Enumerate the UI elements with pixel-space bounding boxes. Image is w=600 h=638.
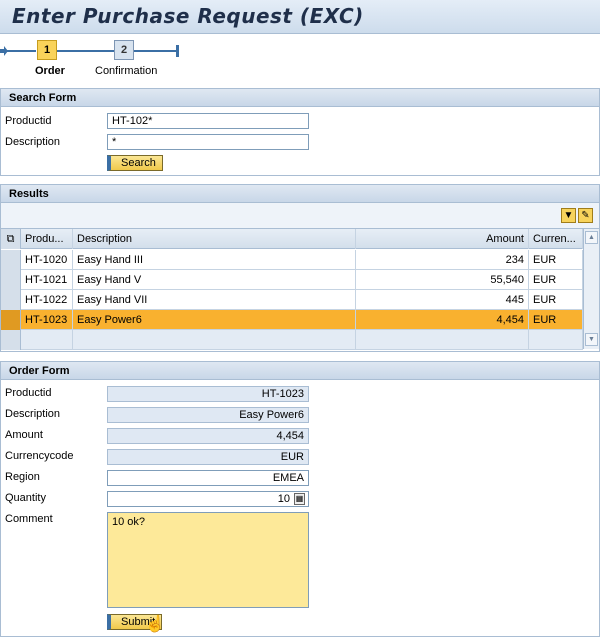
cell-empty — [73, 330, 356, 350]
order-description-field: Easy Power6 — [107, 407, 309, 423]
table-header-row: ⧉ Produ... Description Amount Curren... — [1, 229, 583, 249]
column-header-description[interactable]: Description — [73, 229, 356, 249]
order-quantity-input[interactable]: 10 — [107, 491, 309, 507]
cell-amount: 445 — [356, 290, 529, 310]
row-selector[interactable] — [1, 310, 21, 330]
search-form-panel: Search Form Productid HT-102* Descriptio… — [0, 88, 600, 176]
cell-productid: HT-1020 — [21, 250, 73, 270]
roadmap-step-order[interactable]: 1 — [37, 40, 57, 60]
table-row[interactable]: HT-1021 Easy Hand V 55,540 EUR — [1, 270, 583, 290]
row-selector — [1, 330, 21, 350]
cell-empty — [356, 330, 529, 350]
cell-currency: EUR — [529, 290, 583, 310]
order-form-panel: Order Form Productid HT-1023 Description… — [0, 361, 600, 637]
cell-description: Easy Hand III — [73, 250, 356, 270]
table-row-empty — [1, 330, 583, 350]
results-toolbar: ▼ ✎ — [1, 203, 599, 229]
roadmap-line — [6, 50, 36, 52]
calculator-icon[interactable]: ▦ — [294, 493, 305, 505]
roadmap: 1 Order 2 Confirmation — [0, 36, 600, 84]
order-amount-label: Amount — [5, 429, 43, 441]
order-currency-label: Currencycode — [5, 450, 74, 462]
row-selector[interactable] — [1, 250, 21, 270]
roadmap-step-confirmation-label[interactable]: Confirmation — [95, 65, 157, 77]
search-description-input[interactable]: * — [107, 134, 309, 150]
column-header-currency[interactable]: Curren... — [529, 229, 583, 249]
productid-label: Productid — [5, 115, 52, 127]
roadmap-end-icon — [176, 45, 179, 57]
order-comment-label: Comment — [5, 513, 53, 525]
roadmap-step-confirmation[interactable]: 2 — [114, 40, 134, 60]
cell-description: Easy Hand V — [73, 270, 356, 290]
roadmap-step-order-label[interactable]: Order — [35, 65, 65, 77]
description-label: Description — [5, 136, 61, 148]
cell-empty — [21, 330, 73, 350]
cell-productid: HT-1021 — [21, 270, 73, 290]
cell-description: Easy Power6 — [73, 310, 356, 330]
vertical-scrollbar[interactable]: ▲ ▼ — [583, 229, 599, 349]
hand-cursor-icon: ☝ — [145, 616, 165, 633]
search-productid-input[interactable]: HT-102* — [107, 113, 309, 129]
cell-amount: 55,540 — [356, 270, 529, 290]
page-title: Enter Purchase Request (EXC) — [12, 4, 364, 28]
search-button[interactable]: Search — [107, 155, 163, 171]
scroll-up-icon[interactable]: ▲ — [585, 231, 598, 244]
search-form-header: Search Form — [1, 89, 599, 107]
order-productid-field: HT-1023 — [107, 386, 309, 402]
row-selector[interactable] — [1, 290, 21, 310]
cell-currency: EUR — [529, 250, 583, 270]
order-quantity-label: Quantity — [5, 492, 46, 504]
cell-currency: EUR — [529, 270, 583, 290]
scroll-down-icon[interactable]: ▼ — [585, 333, 598, 346]
order-quantity-value: 10 — [277, 493, 290, 505]
cell-amount: 4,454 — [356, 310, 529, 330]
cell-amount: 234 — [356, 250, 529, 270]
column-header-amount[interactable]: Amount — [356, 229, 529, 249]
title-bar: Enter Purchase Request (EXC) — [0, 0, 600, 34]
cell-productid: HT-1023 — [21, 310, 73, 330]
order-region-label: Region — [5, 471, 40, 483]
column-header-productid[interactable]: Produ... — [21, 229, 73, 249]
results-panel: Results ▼ ✎ ⧉ Produ... Description Amoun… — [0, 184, 600, 352]
order-currency-field: EUR — [107, 449, 309, 465]
roadmap-line — [56, 50, 114, 52]
results-header: Results — [1, 185, 599, 203]
order-amount-field: 4,454 — [107, 428, 309, 444]
order-region-input[interactable]: EMEA — [107, 470, 309, 486]
filter-icon[interactable]: ▼ — [561, 208, 576, 223]
order-form-header: Order Form — [1, 362, 599, 380]
row-selector[interactable] — [1, 270, 21, 290]
table-row[interactable]: HT-1022 Easy Hand VII 445 EUR — [1, 290, 583, 310]
roadmap-line — [134, 50, 178, 52]
cell-currency: EUR — [529, 310, 583, 330]
order-productid-label: Productid — [5, 387, 52, 399]
table-row[interactable]: HT-1020 Easy Hand III 234 EUR — [1, 250, 583, 270]
cell-description: Easy Hand VII — [73, 290, 356, 310]
cell-empty — [529, 330, 583, 350]
order-description-label: Description — [5, 408, 61, 420]
order-comment-textarea[interactable]: 10 ok? — [107, 512, 309, 608]
select-all-icon[interactable]: ⧉ — [1, 229, 21, 249]
settings-icon[interactable]: ✎ — [578, 208, 593, 223]
cell-productid: HT-1022 — [21, 290, 73, 310]
table-row-selected[interactable]: HT-1023 Easy Power6 4,454 EUR — [1, 310, 583, 330]
